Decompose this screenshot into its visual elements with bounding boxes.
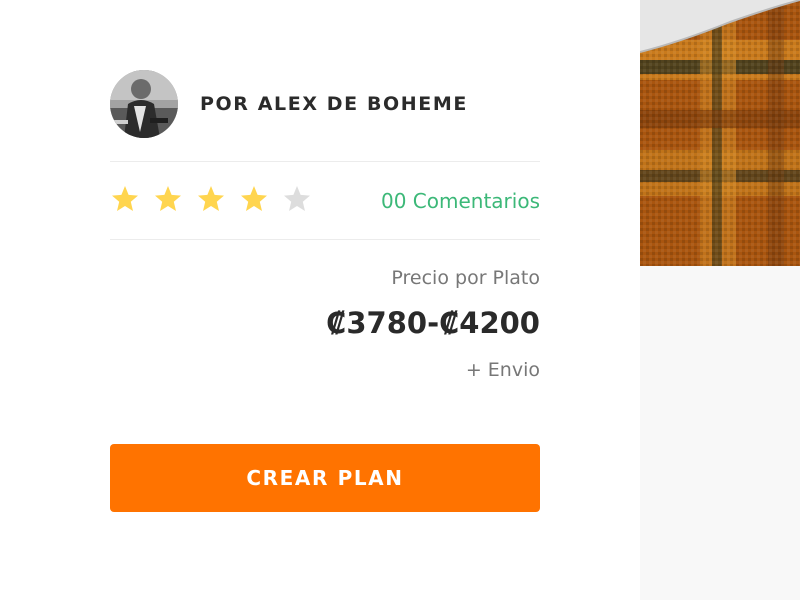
star-icon[interactable] (282, 184, 312, 214)
author-avatar[interactable] (110, 70, 178, 138)
author-name: POR ALEX DE BOHEME (200, 93, 468, 115)
star-icon[interactable] (110, 184, 140, 214)
shipping-note: + Envio (465, 359, 540, 381)
divider-bottom (110, 239, 540, 240)
comments-link[interactable]: 00 Comentarios (381, 189, 540, 213)
star-icon[interactable] (153, 184, 183, 214)
price-label: Precio por Plato (391, 267, 540, 289)
divider-top (110, 161, 540, 162)
star-icon[interactable] (239, 184, 269, 214)
star-rating[interactable] (110, 184, 325, 214)
plaid-fabric-image (640, 0, 800, 266)
chef-portrait-icon (110, 70, 178, 138)
author-row: POR ALEX DE BOHEME (110, 70, 468, 138)
rating-row: 00 Comentarios (110, 184, 540, 218)
price-value: ₡3780-₡4200 (326, 306, 540, 340)
recipe-card: POR ALEX DE BOHEME 00 Comentarios Precio… (0, 0, 640, 600)
create-plan-button[interactable]: CREAR PLAN (110, 444, 540, 512)
right-panel (640, 0, 800, 600)
star-icon[interactable] (196, 184, 226, 214)
food-photo (640, 0, 800, 266)
